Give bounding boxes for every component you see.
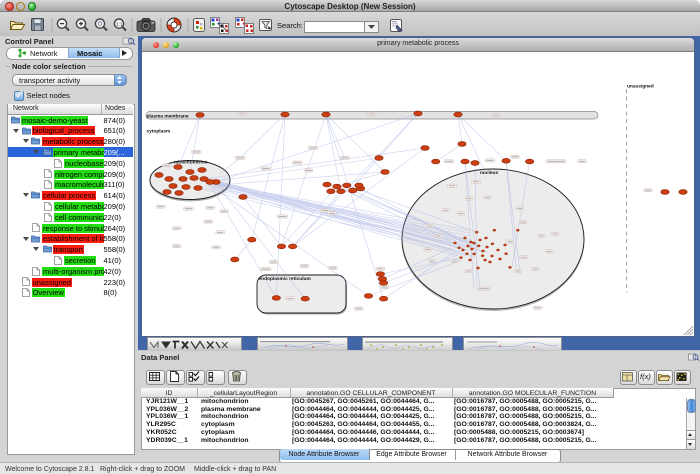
svg-text:unassigned: unassigned [627,84,654,90]
svg-text:plasma membrane: plasma membrane [147,113,189,119]
svg-text:Search:: Search: [277,21,303,30]
svg-text:1:1: 1:1 [116,22,123,27]
svg-text:nucleus: nucleus [480,170,498,176]
svg-text:cytoplasm: cytoplasm [147,129,171,135]
